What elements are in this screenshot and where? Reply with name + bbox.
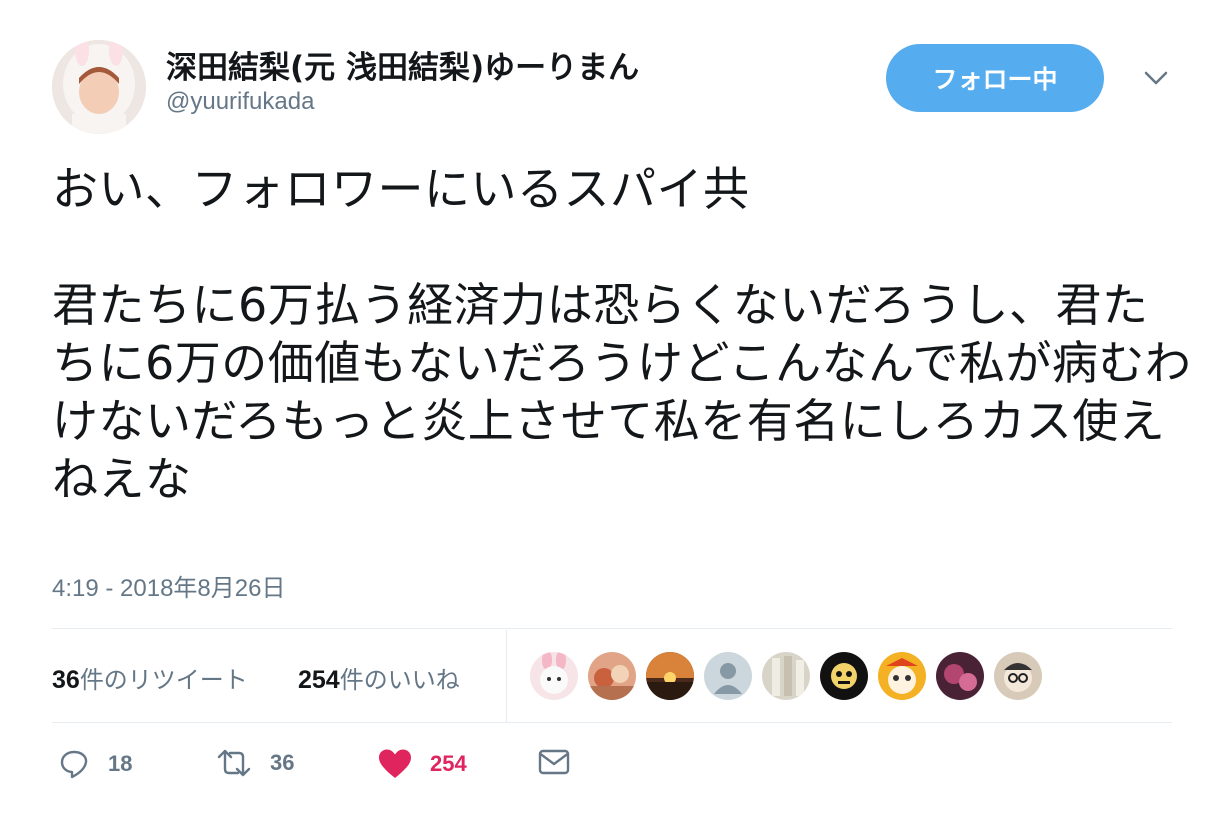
divider-bottom [52, 722, 1172, 723]
like-count: 254 [430, 751, 467, 776]
dark-pink-avatar-icon [936, 652, 984, 700]
retweet-icon [217, 749, 251, 777]
stats-divider [506, 630, 507, 722]
liker-avatar[interactable] [588, 652, 636, 700]
retweets-stat[interactable]: 36件のリツイート [52, 660, 248, 695]
user-handle[interactable]: @yuurifukada [166, 88, 314, 116]
chevron-down-icon[interactable] [1140, 64, 1172, 92]
default-avatar-icon [704, 652, 752, 700]
tweet-text: おい、フォロワーにいるスパイ共 君たちに6万払う経済力は恐らくないだろうし、君た… [52, 162, 1192, 506]
tweet-timestamp[interactable]: 4:19 - 2018年8月26日 [52, 568, 285, 603]
display-name[interactable]: 深田結梨(元 浅田結梨)ゆーりまん [166, 42, 639, 87]
liker-avatar[interactable] [704, 652, 752, 700]
liker-avatar[interactable] [878, 652, 926, 700]
food-avatar-icon [588, 652, 636, 700]
retweet-count: 36 [270, 750, 295, 775]
reply-count: 18 [108, 751, 133, 776]
retweet-button[interactable]: 36 [216, 748, 294, 778]
likes-stat[interactable]: 254件のいいね [298, 660, 460, 695]
bunny-avatar-icon [530, 652, 578, 700]
liker-avatar[interactable] [936, 652, 984, 700]
sunset-avatar-icon [646, 652, 694, 700]
liker-avatars [530, 652, 1052, 700]
following-button[interactable]: フォロー中 [886, 44, 1104, 112]
reply-icon [60, 750, 88, 779]
retweets-stat-count: 36 [52, 666, 80, 694]
direct-message-button[interactable] [538, 748, 570, 776]
likes-stat-label: 件のいいね [339, 666, 460, 694]
divider-top [52, 628, 1172, 629]
liker-avatar[interactable] [762, 652, 810, 700]
face-avatar-icon [994, 652, 1042, 700]
reply-button[interactable]: 18 [58, 748, 132, 780]
retweets-stat-label: 件のリツイート [79, 666, 248, 694]
author-avatar[interactable] [52, 40, 146, 134]
author-avatar-image [52, 40, 146, 134]
glass-avatar-icon [762, 652, 810, 700]
cartoon-avatar-icon [878, 652, 926, 700]
liker-avatar[interactable] [820, 652, 868, 700]
liker-avatar[interactable] [994, 652, 1042, 700]
skull-avatar-icon [820, 652, 868, 700]
envelope-icon [538, 749, 570, 775]
heart-icon [379, 749, 411, 778]
liker-avatar[interactable] [646, 652, 694, 700]
liker-avatar[interactable] [530, 652, 578, 700]
like-button[interactable]: 254 [378, 748, 467, 780]
likes-stat-count: 254 [298, 666, 340, 694]
